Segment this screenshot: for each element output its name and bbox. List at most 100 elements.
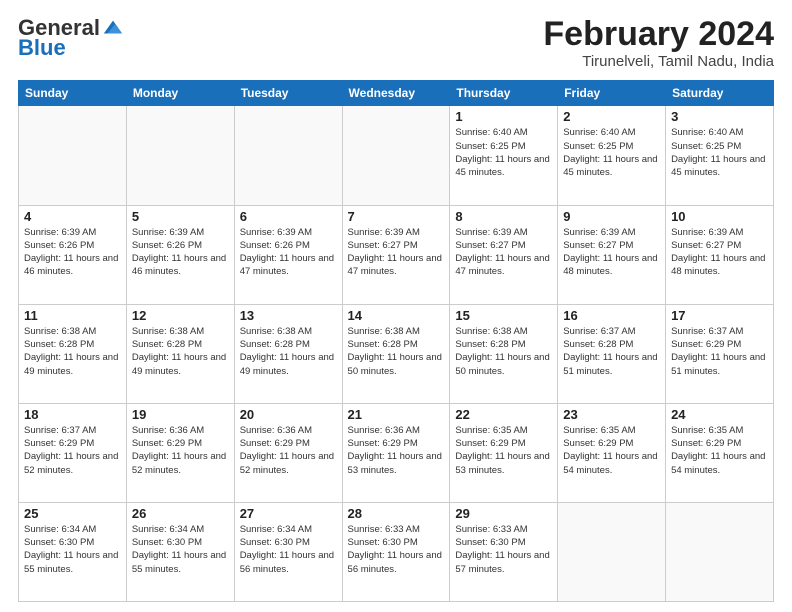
day-info: Sunrise: 6:37 AM Sunset: 6:29 PM Dayligh…: [671, 325, 768, 378]
table-row: 10 Sunrise: 6:39 AM Sunset: 6:27 PM Dayli…: [666, 205, 774, 304]
logo: General Blue: [18, 16, 124, 60]
table-row: 11 Sunrise: 6:38 AM Sunset: 6:28 PM Dayli…: [19, 304, 127, 403]
day-number: 9: [563, 209, 660, 224]
day-info: Sunrise: 6:39 AM Sunset: 6:27 PM Dayligh…: [348, 226, 445, 279]
col-monday: Monday: [126, 81, 234, 106]
page: General Blue February 2024 Tirunelveli, …: [0, 0, 792, 612]
header: General Blue February 2024 Tirunelveli, …: [18, 16, 774, 70]
col-friday: Friday: [558, 81, 666, 106]
logo-icon: [102, 17, 124, 39]
day-number: 4: [24, 209, 121, 224]
day-info: Sunrise: 6:39 AM Sunset: 6:26 PM Dayligh…: [24, 226, 121, 279]
day-info: Sunrise: 6:36 AM Sunset: 6:29 PM Dayligh…: [132, 424, 229, 477]
day-info: Sunrise: 6:36 AM Sunset: 6:29 PM Dayligh…: [348, 424, 445, 477]
table-row: 5 Sunrise: 6:39 AM Sunset: 6:26 PM Daylig…: [126, 205, 234, 304]
day-number: 20: [240, 407, 337, 422]
day-info: Sunrise: 6:38 AM Sunset: 6:28 PM Dayligh…: [24, 325, 121, 378]
table-row: 15 Sunrise: 6:38 AM Sunset: 6:28 PM Dayli…: [450, 304, 558, 403]
table-row: 23 Sunrise: 6:35 AM Sunset: 6:29 PM Dayli…: [558, 403, 666, 502]
day-number: 2: [563, 109, 660, 124]
col-thursday: Thursday: [450, 81, 558, 106]
day-number: 25: [24, 506, 121, 521]
table-row: 3 Sunrise: 6:40 AM Sunset: 6:25 PM Daylig…: [666, 106, 774, 205]
day-info: Sunrise: 6:35 AM Sunset: 6:29 PM Dayligh…: [671, 424, 768, 477]
day-info: Sunrise: 6:39 AM Sunset: 6:26 PM Dayligh…: [132, 226, 229, 279]
day-info: Sunrise: 6:39 AM Sunset: 6:27 PM Dayligh…: [563, 226, 660, 279]
table-row: 26 Sunrise: 6:34 AM Sunset: 6:30 PM Dayli…: [126, 502, 234, 601]
day-number: 7: [348, 209, 445, 224]
day-number: 6: [240, 209, 337, 224]
table-row: 28 Sunrise: 6:33 AM Sunset: 6:30 PM Dayli…: [342, 502, 450, 601]
day-number: 23: [563, 407, 660, 422]
day-info: Sunrise: 6:37 AM Sunset: 6:28 PM Dayligh…: [563, 325, 660, 378]
day-number: 27: [240, 506, 337, 521]
day-info: Sunrise: 6:38 AM Sunset: 6:28 PM Dayligh…: [240, 325, 337, 378]
calendar-table: Sunday Monday Tuesday Wednesday Thursday…: [18, 80, 774, 602]
table-row: 27 Sunrise: 6:34 AM Sunset: 6:30 PM Dayli…: [234, 502, 342, 601]
col-sunday: Sunday: [19, 81, 127, 106]
day-info: Sunrise: 6:38 AM Sunset: 6:28 PM Dayligh…: [132, 325, 229, 378]
table-row: 6 Sunrise: 6:39 AM Sunset: 6:26 PM Daylig…: [234, 205, 342, 304]
day-info: Sunrise: 6:34 AM Sunset: 6:30 PM Dayligh…: [240, 523, 337, 576]
day-info: Sunrise: 6:35 AM Sunset: 6:29 PM Dayligh…: [563, 424, 660, 477]
day-number: 24: [671, 407, 768, 422]
main-title: February 2024: [543, 16, 774, 53]
day-number: 1: [455, 109, 552, 124]
calendar-header-row: Sunday Monday Tuesday Wednesday Thursday…: [19, 81, 774, 106]
table-row: [558, 502, 666, 601]
table-row: 13 Sunrise: 6:38 AM Sunset: 6:28 PM Dayli…: [234, 304, 342, 403]
day-info: Sunrise: 6:34 AM Sunset: 6:30 PM Dayligh…: [24, 523, 121, 576]
table-row: 1 Sunrise: 6:40 AM Sunset: 6:25 PM Daylig…: [450, 106, 558, 205]
day-info: Sunrise: 6:39 AM Sunset: 6:27 PM Dayligh…: [455, 226, 552, 279]
table-row: 17 Sunrise: 6:37 AM Sunset: 6:29 PM Dayli…: [666, 304, 774, 403]
day-info: Sunrise: 6:33 AM Sunset: 6:30 PM Dayligh…: [348, 523, 445, 576]
day-number: 16: [563, 308, 660, 323]
table-row: [234, 106, 342, 205]
calendar-week-row: 4 Sunrise: 6:39 AM Sunset: 6:26 PM Daylig…: [19, 205, 774, 304]
table-row: 14 Sunrise: 6:38 AM Sunset: 6:28 PM Dayli…: [342, 304, 450, 403]
day-number: 21: [348, 407, 445, 422]
day-number: 17: [671, 308, 768, 323]
table-row: [126, 106, 234, 205]
day-number: 10: [671, 209, 768, 224]
table-row: 21 Sunrise: 6:36 AM Sunset: 6:29 PM Dayli…: [342, 403, 450, 502]
sub-title: Tirunelveli, Tamil Nadu, India: [543, 53, 774, 70]
table-row: 16 Sunrise: 6:37 AM Sunset: 6:28 PM Dayli…: [558, 304, 666, 403]
table-row: 29 Sunrise: 6:33 AM Sunset: 6:30 PM Dayli…: [450, 502, 558, 601]
day-info: Sunrise: 6:39 AM Sunset: 6:27 PM Dayligh…: [671, 226, 768, 279]
day-info: Sunrise: 6:38 AM Sunset: 6:28 PM Dayligh…: [455, 325, 552, 378]
col-saturday: Saturday: [666, 81, 774, 106]
day-number: 12: [132, 308, 229, 323]
day-info: Sunrise: 6:39 AM Sunset: 6:26 PM Dayligh…: [240, 226, 337, 279]
day-info: Sunrise: 6:33 AM Sunset: 6:30 PM Dayligh…: [455, 523, 552, 576]
day-number: 13: [240, 308, 337, 323]
day-number: 5: [132, 209, 229, 224]
day-number: 3: [671, 109, 768, 124]
day-info: Sunrise: 6:34 AM Sunset: 6:30 PM Dayligh…: [132, 523, 229, 576]
day-number: 14: [348, 308, 445, 323]
day-info: Sunrise: 6:40 AM Sunset: 6:25 PM Dayligh…: [563, 126, 660, 179]
day-number: 11: [24, 308, 121, 323]
calendar-week-row: 18Sunrise: 6:37 AM Sunset: 6:29 PM Dayli…: [19, 403, 774, 502]
day-number: 28: [348, 506, 445, 521]
table-row: [19, 106, 127, 205]
table-row: 12 Sunrise: 6:38 AM Sunset: 6:28 PM Dayli…: [126, 304, 234, 403]
calendar-week-row: 25 Sunrise: 6:34 AM Sunset: 6:30 PM Dayli…: [19, 502, 774, 601]
calendar-week-row: 1 Sunrise: 6:40 AM Sunset: 6:25 PM Daylig…: [19, 106, 774, 205]
day-number: 8: [455, 209, 552, 224]
day-info: Sunrise: 6:35 AM Sunset: 6:29 PM Dayligh…: [455, 424, 552, 477]
table-row: 24 Sunrise: 6:35 AM Sunset: 6:29 PM Dayli…: [666, 403, 774, 502]
day-info: Sunrise: 6:38 AM Sunset: 6:28 PM Dayligh…: [348, 325, 445, 378]
day-number: 26: [132, 506, 229, 521]
day-number: 22: [455, 407, 552, 422]
day-info: Sunrise: 6:40 AM Sunset: 6:25 PM Dayligh…: [455, 126, 552, 179]
day-number: 29: [455, 506, 552, 521]
day-info: Sunrise: 6:40 AM Sunset: 6:25 PM Dayligh…: [671, 126, 768, 179]
day-number: 15: [455, 308, 552, 323]
table-row: 25 Sunrise: 6:34 AM Sunset: 6:30 PM Dayli…: [19, 502, 127, 601]
table-row: 4 Sunrise: 6:39 AM Sunset: 6:26 PM Daylig…: [19, 205, 127, 304]
col-wednesday: Wednesday: [342, 81, 450, 106]
table-row: 20Sunrise: 6:36 AM Sunset: 6:29 PM Dayli…: [234, 403, 342, 502]
day-info: Sunrise: 6:37 AM Sunset: 6:29 PM Dayligh…: [24, 424, 121, 477]
table-row: 18Sunrise: 6:37 AM Sunset: 6:29 PM Dayli…: [19, 403, 127, 502]
